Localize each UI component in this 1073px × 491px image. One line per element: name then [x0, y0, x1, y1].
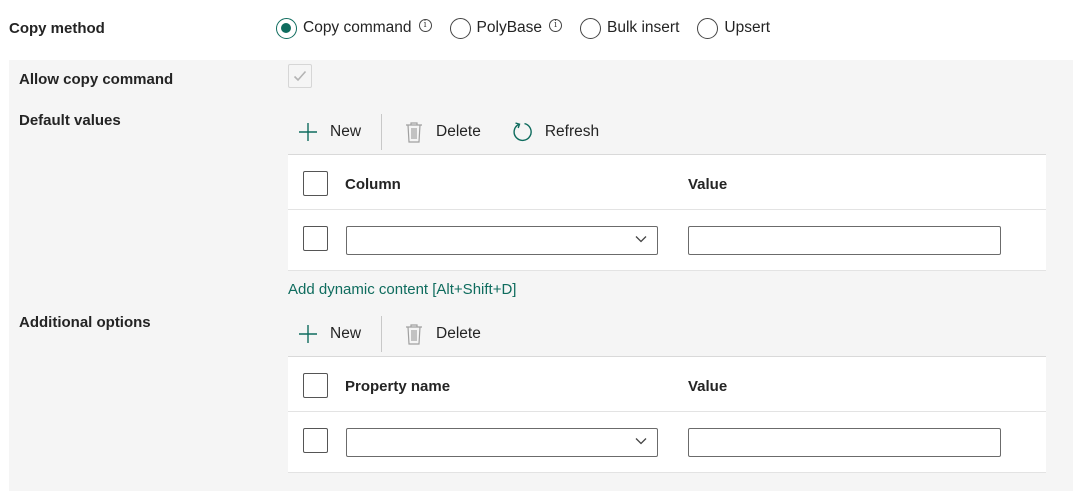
refresh-button-label: Refresh [544, 123, 600, 140]
property-name-dropdown[interactable] [346, 428, 658, 457]
plus-icon [296, 120, 320, 144]
default-values-refresh-button[interactable]: Refresh [511, 120, 599, 144]
property-name-header: Property name [345, 378, 451, 395]
copy-method-radio-group: Copy command i PolyBase i Bulk insert Up… [276, 16, 788, 40]
radio-copy-command-indicator[interactable] [276, 17, 297, 39]
new-button-label: New [330, 123, 362, 140]
default-values-table: Column Value [288, 154, 1046, 271]
default-values-label: Default values [19, 112, 121, 129]
radio-bulk-insert-label: Bulk insert [607, 19, 680, 36]
table-row [288, 412, 1046, 473]
delete-button-label: Delete [436, 123, 481, 140]
info-icon[interactable]: i [418, 18, 432, 32]
plus-icon [296, 322, 320, 346]
row-checkbox[interactable] [303, 226, 328, 251]
select-all-checkbox[interactable] [303, 373, 328, 398]
allow-copy-command-checkbox[interactable] [288, 64, 312, 88]
trash-icon [402, 120, 426, 144]
additional-options-new-button[interactable]: New [296, 322, 361, 346]
radio-upsert-label: Upsert [724, 19, 771, 36]
refresh-icon [511, 120, 535, 144]
additional-options-label: Additional options [19, 314, 151, 331]
select-all-checkbox[interactable] [303, 171, 328, 196]
column-header: Column [345, 176, 401, 193]
additional-options-delete-button[interactable]: Delete [402, 322, 481, 346]
toolbar-divider [381, 114, 383, 150]
toolbar-divider [381, 316, 383, 352]
radio-bulk-insert[interactable]: Bulk insert [580, 17, 680, 39]
radio-polybase-indicator[interactable] [449, 17, 471, 39]
radio-copy-command[interactable]: Copy command i [276, 17, 432, 39]
add-dynamic-content-link[interactable]: Add dynamic content [Alt+Shift+D] [288, 281, 516, 298]
radio-polybase[interactable]: PolyBase i [449, 17, 563, 39]
delete-button-label: Delete [436, 325, 481, 342]
radio-upsert-indicator[interactable] [697, 17, 719, 39]
copy-method-label: Copy method [9, 20, 105, 37]
default-values-new-button[interactable]: New [296, 120, 361, 144]
trash-icon [402, 322, 426, 346]
radio-upsert[interactable]: Upsert [697, 17, 771, 39]
row-checkbox[interactable] [303, 428, 328, 453]
allow-copy-command-label: Allow copy command [19, 71, 174, 88]
new-button-label: New [330, 325, 362, 342]
default-value-input[interactable] [688, 226, 1001, 255]
column-dropdown[interactable] [346, 226, 658, 255]
option-value-input[interactable] [688, 428, 1001, 457]
info-icon[interactable]: i [549, 18, 563, 32]
table-header: Property name Value [288, 356, 1046, 412]
value-header: Value [688, 378, 728, 395]
default-values-delete-button[interactable]: Delete [402, 120, 481, 144]
table-row [288, 210, 1046, 271]
checkmark-icon [293, 70, 307, 82]
chevron-down-icon [635, 438, 647, 445]
table-header: Column Value [288, 154, 1046, 210]
radio-polybase-label: PolyBase [476, 19, 543, 36]
additional-options-toolbar: New Delete [296, 316, 481, 352]
additional-options-table: Property name Value [288, 356, 1046, 473]
radio-bulk-insert-indicator[interactable] [580, 17, 602, 39]
radio-copy-command-label: Copy command [303, 19, 412, 36]
value-header: Value [688, 176, 728, 193]
default-values-toolbar: New Delete Refresh [296, 114, 599, 150]
chevron-down-icon [635, 236, 647, 243]
